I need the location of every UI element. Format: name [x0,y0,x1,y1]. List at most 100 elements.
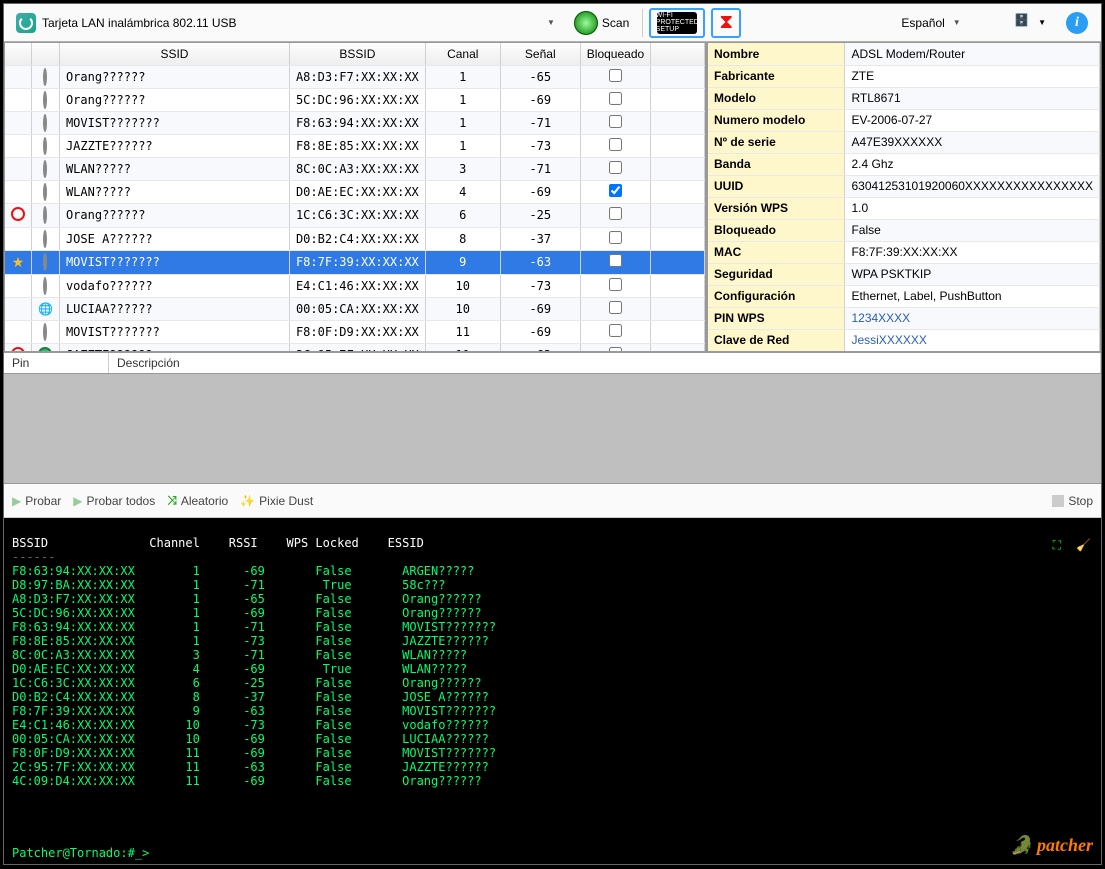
signal-cell: -73 [500,134,580,157]
blocked-checkbox[interactable] [609,115,622,128]
ssid-cell: Orang?????? [59,88,289,111]
blocked-checkbox[interactable] [609,184,622,197]
table-row[interactable]: 🌐 LUCIAA?????? 00:05:CA:XX:XX:XX 10 -69 [5,297,705,320]
console-row: D8:97:BA:XX:XX:XX 1 -71 True 58c??? [12,578,445,592]
console-row: 8C:0C:A3:XX:XX:XX 3 -71 False WLAN????? [12,648,467,662]
detail-key: Bloqueado [708,219,845,241]
bssid-header[interactable]: BSSID [289,43,425,65]
probar-todos-button[interactable]: ▶Probar todos [73,494,155,508]
stop-button[interactable]: Stop [1052,494,1093,508]
console-header: BSSID Channel RSSI WPS Locked ESSID [12,536,424,550]
detail-row: MACF8:7F:39:XX:XX:XX [708,241,1100,263]
table-row[interactable]: JOSE A?????? D0:B2:C4:XX:XX:XX 8 -37 [5,227,705,250]
wand-icon: ✨ [240,494,255,508]
blocked-checkbox[interactable] [609,161,622,174]
adapter-dropdown[interactable]: Tarjeta LAN inalámbrica 802.11 USB [10,13,561,33]
table-row[interactable]: Orang?????? 5C:DC:96:XX:XX:XX 1 -69 [5,88,705,111]
blocked-checkbox[interactable] [609,254,622,267]
mask-icon: ⧗ [719,11,733,34]
play-icon: ▶ [12,494,21,508]
desc-header[interactable]: Descripción [109,353,1101,373]
table-row[interactable]: JAZZTE?????? 2C:95:7F:XX:XX:XX 11 -63 [5,343,705,352]
channel-cell: 11 [425,320,500,343]
channel-cell: 1 [425,111,500,134]
table-row[interactable]: Orang?????? A8:D3:F7:XX:XX:XX 1 -65 [5,65,705,88]
blocked-checkbox[interactable] [609,324,622,337]
detail-key: Configuración [708,285,845,307]
table-row[interactable]: vodafo?????? E4:C1:46:XX:XX:XX 10 -73 [5,274,705,297]
detail-value: False [845,219,1100,241]
bssid-cell: A8:D3:F7:XX:XX:XX [289,65,425,88]
console[interactable]: BSSID Channel RSSI WPS Locked ESSID ----… [4,518,1101,864]
info-button[interactable]: i [1059,8,1095,38]
channel-cell: 4 [425,180,500,203]
detail-value[interactable]: JessiXXXXXX [845,329,1100,351]
blocked-checkbox[interactable] [609,92,622,105]
table-row[interactable]: Orang?????? 1C:C6:3C:XX:XX:XX 6 -25 [5,203,705,227]
blocked-checkbox[interactable] [609,278,622,291]
networks-table[interactable]: SSID BSSID Canal Señal Bloqueado Orang??… [5,43,705,352]
ssid-cell: WLAN????? [59,157,289,180]
blocked-checkbox[interactable] [609,231,622,244]
database-icon: 🗄️ [1014,13,1034,33]
table-row[interactable]: WLAN????? D0:AE:EC:XX:XX:XX 4 -69 [5,180,705,203]
mask-button[interactable]: ⧗ [711,8,741,38]
database-button[interactable]: 🗄️▼ [1007,8,1053,38]
signal-icon [43,137,47,155]
aleatorio-button[interactable]: ⤨Aleatorio [167,493,228,508]
bssid-cell: F8:8E:85:XX:XX:XX [289,134,425,157]
detail-value[interactable]: 1234XXXX [845,307,1100,329]
ssid-header[interactable]: SSID [59,43,289,65]
detail-value: 1.0 [845,197,1100,219]
pin-list-area [4,374,1101,484]
channel-cell: 1 [425,88,500,111]
shuffle-icon: ⤨ [167,493,177,508]
bssid-cell: E4:C1:46:XX:XX:XX [289,274,425,297]
canal-header[interactable]: Canal [425,43,500,65]
table-row[interactable]: JAZZTE?????? F8:8E:85:XX:XX:XX 1 -73 [5,134,705,157]
scan-button[interactable]: Scan [567,8,636,38]
console-row: 4C:09:D4:XX:XX:XX 11 -69 False Orang????… [12,774,482,788]
detail-value: WPA PSKTKIP [845,263,1100,285]
blocked-checkbox[interactable] [609,207,622,220]
detail-key: UUID [708,175,845,197]
blocked-checkbox[interactable] [609,138,622,151]
console-row: F8:7F:39:XX:XX:XX 9 -63 False MOVIST????… [12,704,496,718]
detail-row: FabricanteZTE [708,65,1100,87]
channel-cell: 6 [425,203,500,227]
expand-icon[interactable]: ⛶ [1053,538,1061,553]
detail-value: 63041253101920060XXXXXXXXXXXXXXXX [845,175,1100,197]
ssid-cell: Orang?????? [59,203,289,227]
signal-cell: -65 [500,65,580,88]
console-row: F8:0F:D9:XX:XX:XX 11 -69 False MOVIST???… [12,746,496,760]
signal-icon [43,206,47,224]
console-row: A8:D3:F7:XX:XX:XX 1 -65 False Orang?????… [12,592,482,606]
refresh-icon [16,13,36,33]
detail-key: Nº de serie [708,131,845,153]
table-row[interactable]: WLAN????? 8C:0C:A3:XX:XX:XX 3 -71 [5,157,705,180]
pixie-dust-button[interactable]: ✨Pixie Dust [240,494,313,508]
bssid-cell: 8C:0C:A3:XX:XX:XX [289,157,425,180]
ssid-cell: JOSE A?????? [59,227,289,250]
bssid-cell: 5C:DC:96:XX:XX:XX [289,88,425,111]
blocked-checkbox[interactable] [609,69,622,82]
signal-icon [43,68,47,86]
channel-cell: 1 [425,65,500,88]
detail-row: UUID63041253101920060XXXXXXXXXXXXXXXX [708,175,1100,197]
wps-setup-button[interactable]: WI-FI PROTECTEDSETUP [649,8,705,38]
console-row: F8:8E:85:XX:XX:XX 1 -73 False JAZZTE????… [12,634,489,648]
senal-header[interactable]: Señal [500,43,580,65]
probar-button[interactable]: ▶Probar [12,494,61,508]
bloqueado-header[interactable]: Bloqueado [580,43,650,65]
table-row[interactable]: ★ MOVIST??????? F8:7F:39:XX:XX:XX 9 -63 [5,250,705,274]
signal-icon [43,183,47,201]
pin-header[interactable]: Pin [4,353,109,373]
signal-icon [43,114,47,132]
table-row[interactable]: MOVIST??????? F8:63:94:XX:XX:XX 1 -71 [5,111,705,134]
action-toolbar: ▶Probar ▶Probar todos ⤨Aleatorio ✨Pixie … [4,484,1101,518]
clear-icon[interactable]: 🧹 [1076,538,1091,552]
table-row[interactable]: MOVIST??????? F8:0F:D9:XX:XX:XX 11 -69 [5,320,705,343]
language-dropdown[interactable]: Español [861,8,1001,38]
blocked-checkbox[interactable] [609,301,622,314]
detail-key: Fabricante [708,65,845,87]
